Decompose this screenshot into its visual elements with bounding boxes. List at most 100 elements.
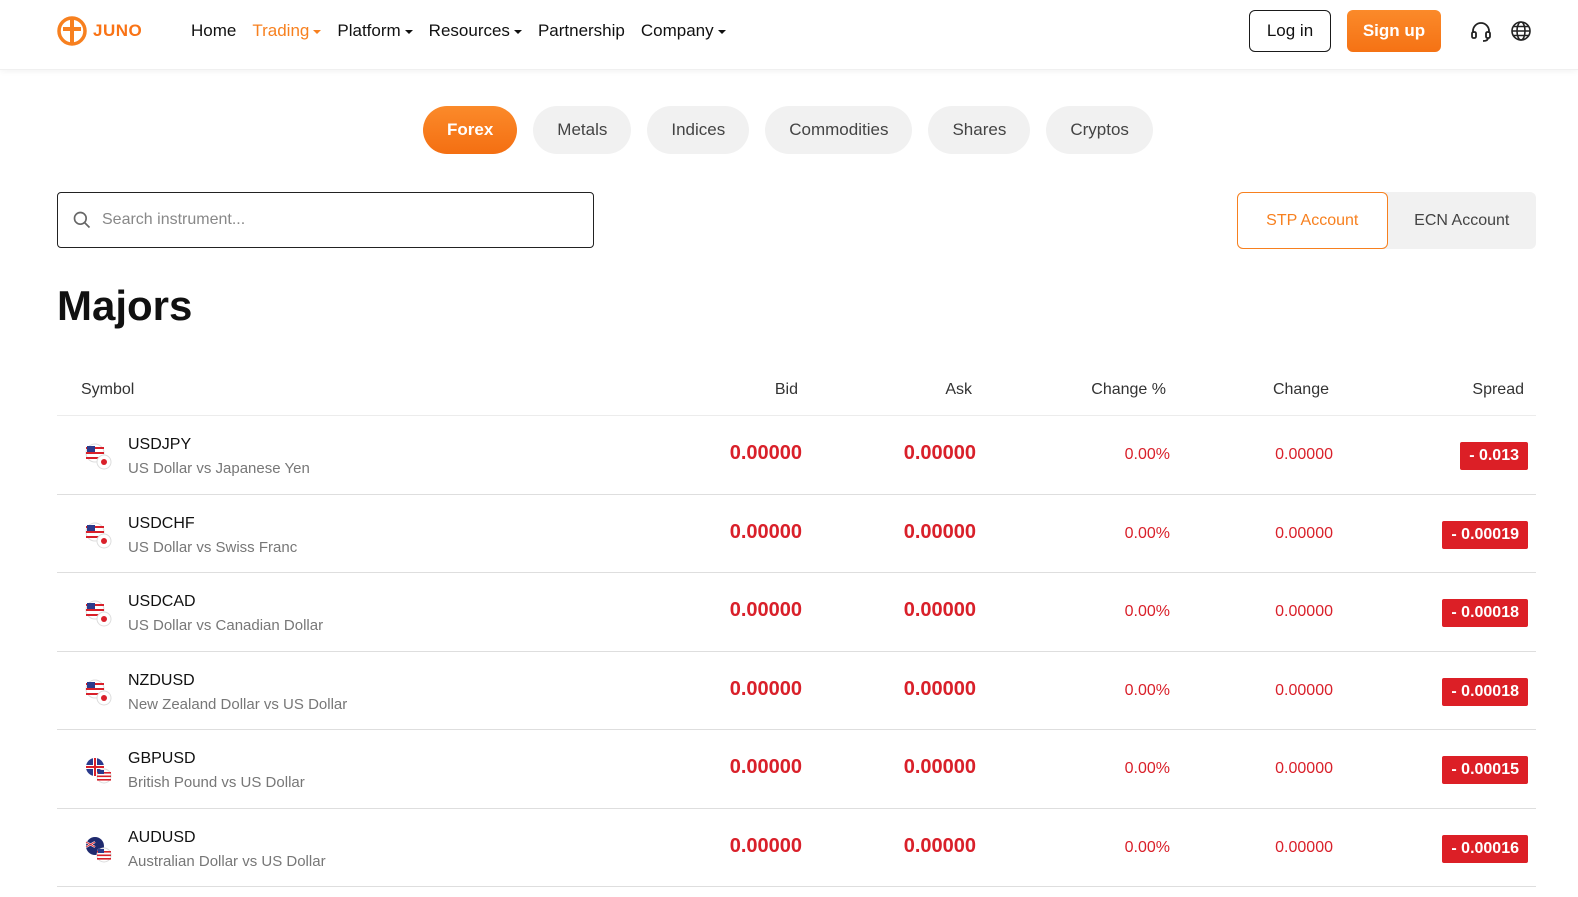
signup-button[interactable]: Sign up (1347, 10, 1441, 52)
table-row[interactable]: USDJPY US Dollar vs Japanese Yen 0.00000 0.… (57, 416, 1536, 495)
spread-badge: - 0.00018 (1442, 677, 1528, 706)
nav-partnership[interactable]: Partnership (538, 21, 625, 41)
ask-value: 0.00000 (903, 834, 976, 857)
nav-platform-label: Platform (337, 21, 401, 40)
bid-value: 0.00000 (729, 756, 802, 778)
column-change-pct[interactable]: Change % (1091, 381, 1166, 399)
bid-value: 0.00000 (729, 599, 802, 621)
table-header: Symbol Bid Ask Change % Change Spread (57, 364, 1536, 416)
login-button[interactable]: Log in (1249, 10, 1331, 52)
spread-badge: - 0.00015 (1442, 756, 1528, 784)
instruments-table: Symbol Bid Ask Change % Change Spread US… (57, 364, 1536, 887)
ecn-account-button[interactable]: ECN Account (1388, 192, 1537, 249)
column-spread[interactable]: Spread (1472, 381, 1524, 399)
symbol-code: USDCAD (128, 593, 196, 610)
currency-flag-icon (85, 522, 112, 548)
globe-icon[interactable] (1509, 19, 1533, 43)
tab-metals[interactable]: Metals (533, 106, 632, 154)
table-row[interactable]: NZDUSD New Zealand Dollar vs US Dollar 0.0… (57, 652, 1536, 730)
nav-home[interactable]: Home (191, 21, 236, 41)
ask-value: 0.00000 (903, 677, 976, 700)
chevron-down-icon (313, 30, 322, 34)
change-value: 0.00000 (1275, 760, 1333, 777)
change-pct-value: 0.00% (1124, 603, 1170, 620)
nav-home-label: Home (191, 21, 237, 40)
nav-partnership-label: Partnership (537, 21, 625, 40)
currency-flag-icon (85, 836, 112, 862)
change-value: 0.00000 (1275, 524, 1333, 542)
site-header: JUNO Home Trading Platform Resources Par… (0, 0, 1578, 70)
spread-badge: - 0.013 (1460, 442, 1528, 470)
change-pct-value: 0.00% (1124, 838, 1170, 856)
logo[interactable]: JUNO (57, 16, 142, 46)
currency-flag-icon (85, 443, 112, 470)
column-ask[interactable]: Ask (945, 381, 972, 399)
symbol-code: NZDUSD (128, 671, 195, 689)
tab-commodities[interactable]: Commodities (765, 106, 913, 154)
spread-badge: - 0.00018 (1442, 599, 1528, 627)
ask-value: 0.00000 (903, 442, 976, 464)
tab-forex[interactable]: Forex (423, 106, 518, 154)
change-pct-value: 0.00% (1124, 681, 1170, 699)
symbol-name: British Pound vs US Dollar (128, 774, 305, 791)
column-symbol[interactable]: Symbol (81, 381, 134, 399)
ask-value: 0.00000 (903, 520, 976, 543)
nav-company[interactable]: Company (641, 21, 726, 41)
bid-value: 0.00000 (729, 677, 802, 700)
tab-indices[interactable]: Indices (647, 106, 750, 154)
column-bid[interactable]: Bid (775, 381, 798, 399)
search-icon (73, 211, 91, 229)
chevron-down-icon (404, 30, 413, 34)
stp-account-button[interactable]: STP Account (1237, 192, 1388, 249)
juno-logo-icon (57, 16, 87, 46)
category-tabs: Forex Metals Indices Commodities Shares … (423, 106, 1153, 154)
section-title: Majors (57, 282, 193, 329)
column-change[interactable]: Change (1273, 381, 1329, 399)
symbol-name: US Dollar vs Canadian Dollar (128, 617, 324, 634)
table-row[interactable]: USDCHF US Dollar vs Swiss Franc 0.00000 0.0… (57, 495, 1536, 573)
currency-flag-icon (85, 679, 112, 705)
ask-value: 0.00000 (903, 756, 976, 778)
nav-trading-label: Trading (252, 21, 310, 40)
spread-badge: - 0.00016 (1442, 834, 1528, 863)
change-value: 0.00000 (1275, 838, 1333, 856)
bid-value: 0.00000 (729, 834, 802, 857)
main-nav: Home Trading Platform Resources Partners… (191, 0, 726, 62)
change-pct-value: 0.00% (1124, 524, 1170, 542)
currency-flag-icon (85, 600, 112, 627)
tab-shares[interactable]: Shares (928, 106, 1031, 154)
brand-name: JUNO (93, 21, 143, 40)
change-pct-value: 0.00% (1124, 760, 1170, 777)
symbol-name: New Zealand Dollar vs US Dollar (128, 695, 348, 713)
table-row[interactable]: AUDUSD Australian Dollar vs US Dollar 0.00… (57, 809, 1536, 887)
symbol-code: USDJPY (128, 436, 192, 453)
change-value: 0.00000 (1275, 681, 1333, 699)
change-pct-value: 0.00% (1124, 446, 1170, 463)
account-type-toggle: STP Account ECN Account (1237, 192, 1536, 249)
nav-trading[interactable]: Trading (252, 21, 322, 41)
ask-value: 0.00000 (903, 599, 976, 621)
search-box (57, 192, 594, 248)
change-value: 0.00000 (1275, 446, 1333, 463)
currency-flag-icon (86, 758, 112, 784)
search-input[interactable] (102, 211, 582, 229)
symbol-code: AUDUSD (128, 828, 196, 846)
spread-badge: - 0.00019 (1442, 520, 1528, 549)
nav-resources-label: Resources (428, 21, 510, 40)
symbol-code: USDCHF (128, 514, 195, 532)
headset-icon[interactable] (1469, 19, 1493, 43)
nav-platform[interactable]: Platform (337, 21, 413, 41)
symbol-name: US Dollar vs Japanese Yen (128, 460, 310, 477)
nav-company-label: Company (640, 21, 714, 40)
table-row[interactable]: GBPUSD British Pound vs US Dollar 0.00000 0… (57, 730, 1536, 809)
table-row[interactable]: USDCAD US Dollar vs Canadian Dollar 0.0000… (57, 573, 1536, 652)
bid-value: 0.00000 (729, 442, 802, 464)
symbol-code: GBPUSD (128, 750, 196, 767)
nav-resources[interactable]: Resources (429, 21, 522, 41)
change-value: 0.00000 (1275, 603, 1333, 620)
tab-cryptos[interactable]: Cryptos (1046, 106, 1153, 154)
bid-value: 0.00000 (729, 520, 802, 543)
chevron-down-icon (513, 30, 522, 34)
symbol-name: US Dollar vs Swiss Franc (128, 538, 298, 556)
chevron-down-icon (717, 30, 726, 34)
